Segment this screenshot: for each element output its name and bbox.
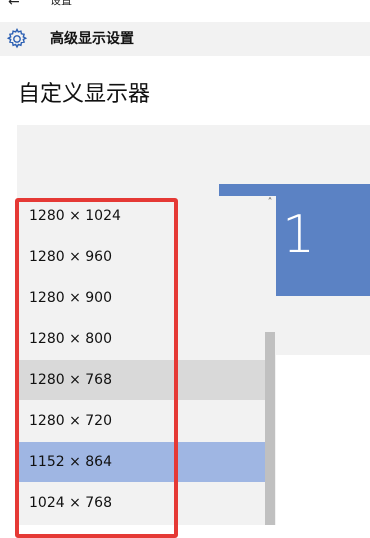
resolution-option[interactable]: 1280 × 720 xyxy=(19,401,265,441)
page-title: 自定义显示器 xyxy=(18,82,151,107)
resolution-option-selected[interactable]: 1152 × 864 xyxy=(19,442,265,482)
monitor-number: 1 xyxy=(282,205,316,265)
gear-icon xyxy=(6,28,28,49)
scrollbar-thumb[interactable] xyxy=(265,332,275,525)
page-header-title: 高级显示设置 xyxy=(50,31,134,47)
back-arrow-icon[interactable]: ← xyxy=(8,0,20,9)
scroll-up-arrow-icon[interactable]: ˄ xyxy=(264,196,276,210)
resolution-option-hovered[interactable]: 1280 × 768 xyxy=(19,360,265,400)
resolution-option[interactable]: 1280 × 800 xyxy=(19,319,265,359)
title-bar: ← 设置 xyxy=(0,0,370,14)
resolution-option[interactable]: 1024 × 768 xyxy=(19,483,265,523)
resolution-option[interactable]: 1280 × 900 xyxy=(19,278,265,318)
settings-label: 设置 xyxy=(50,0,72,7)
resolution-option[interactable]: 1280 × 1024 xyxy=(19,196,265,236)
resolution-option[interactable]: 1280 × 960 xyxy=(19,237,265,277)
header-bar: 高级显示设置 xyxy=(0,22,370,56)
resolution-dropdown-list: 1280 × 1024 1280 × 960 1280 × 900 1280 ×… xyxy=(19,196,276,525)
